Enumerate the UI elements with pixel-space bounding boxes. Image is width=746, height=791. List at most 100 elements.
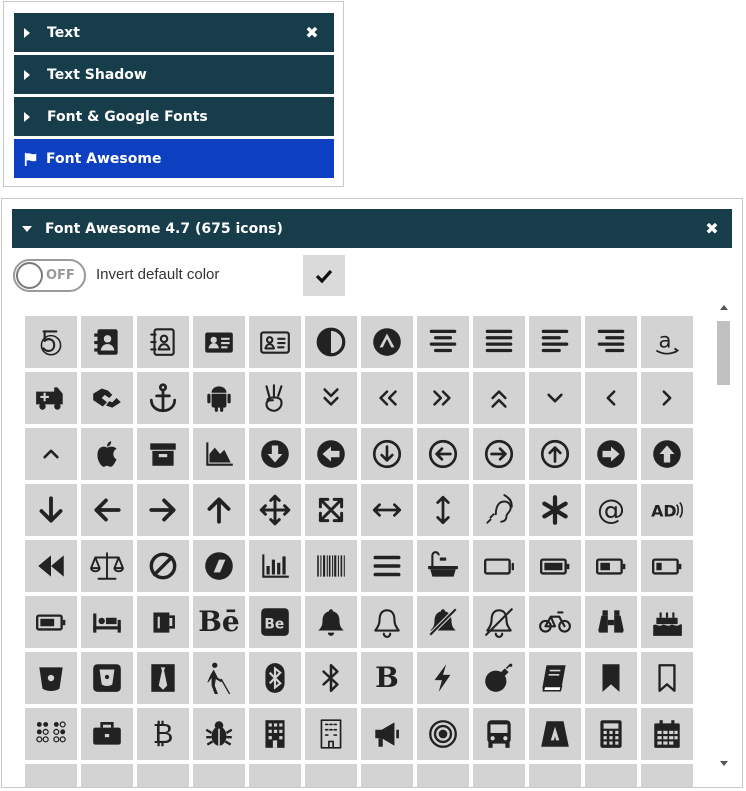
icon-cell-align-center[interactable] [417, 316, 469, 368]
icon-cell-building[interactable] [249, 708, 301, 760]
icon-cell-adjust[interactable] [305, 316, 357, 368]
accordion-item-text-shadow[interactable]: Text Shadow [14, 55, 334, 94]
icon-cell-bus[interactable] [473, 708, 525, 760]
icon-cell-archive[interactable] [137, 428, 189, 480]
icon-cell-bold[interactable]: B [361, 652, 413, 704]
close-icon[interactable]: ✖ [702, 219, 722, 238]
icon-cell-arrows-alt[interactable] [305, 484, 357, 536]
icon-cell-bluetooth-b[interactable] [305, 652, 357, 704]
icon-cell-partial[interactable] [137, 764, 189, 787]
icon-cell-arrow-left[interactable] [81, 484, 133, 536]
grid-scrollbar[interactable] [715, 303, 732, 773]
icon-cell-balance-scale[interactable] [81, 540, 133, 592]
icon-cell-partial[interactable] [249, 764, 301, 787]
icon-cell-arrow-circle-o-right[interactable] [473, 428, 525, 480]
icon-cell-arrow-circle-o-down[interactable] [361, 428, 413, 480]
confirm-button[interactable] [303, 255, 345, 296]
icon-cell-bug[interactable] [193, 708, 245, 760]
icon-cell-calendar[interactable] [641, 708, 693, 760]
scroll-down-icon[interactable] [720, 761, 728, 766]
invert-color-toggle[interactable]: OFF [13, 259, 86, 292]
icon-cell-partial[interactable] [361, 764, 413, 787]
icon-cell-blind[interactable] [193, 652, 245, 704]
icon-cell-bar-chart[interactable] [249, 540, 301, 592]
icon-cell-partial[interactable] [305, 764, 357, 787]
icon-cell-bell-o[interactable] [361, 596, 413, 648]
icon-cell-birthday-cake[interactable] [641, 596, 693, 648]
icon-cell-binoculars[interactable] [585, 596, 637, 648]
icon-cell-bolt[interactable] [417, 652, 469, 704]
icon-cell-bath[interactable] [417, 540, 469, 592]
icon-cell-bullhorn[interactable] [361, 708, 413, 760]
icon-cell-500px[interactable] [25, 316, 77, 368]
icon-cell-bomb[interactable] [473, 652, 525, 704]
icon-cell-arrow-circle-down[interactable] [249, 428, 301, 480]
icon-cell-partial[interactable] [81, 764, 133, 787]
icon-cell-arrow-circle-right[interactable] [585, 428, 637, 480]
icon-cell-address-book-o[interactable] [137, 316, 189, 368]
icon-cell-address-card-o[interactable] [249, 316, 301, 368]
icon-cell-partial[interactable] [25, 764, 77, 787]
icon-cell-backward[interactable] [25, 540, 77, 592]
icon-cell-arrow-circle-up[interactable] [641, 428, 693, 480]
icon-cell-book[interactable] [529, 652, 581, 704]
icon-cell-partial[interactable] [585, 764, 637, 787]
icon-cell-partial[interactable] [193, 764, 245, 787]
icon-cell-bookmark[interactable] [585, 652, 637, 704]
icon-cell-angellist[interactable] [249, 372, 301, 424]
icon-cell-american-sign-language-interpreting[interactable] [81, 372, 133, 424]
icon-cell-battery-three-quarters[interactable] [25, 596, 77, 648]
icon-cell-angle-left[interactable] [585, 372, 637, 424]
icon-cell-amazon[interactable]: a [641, 316, 693, 368]
icon-cell-area-chart[interactable] [193, 428, 245, 480]
icon-cell-angle-right[interactable] [641, 372, 693, 424]
accordion-item-google-fonts[interactable]: Font & Google Fonts [14, 97, 334, 136]
icon-cell-beer[interactable] [137, 596, 189, 648]
icon-cell-barcode[interactable] [305, 540, 357, 592]
icon-cell-angle-double-down[interactable] [305, 372, 357, 424]
icon-cell-arrows[interactable] [249, 484, 301, 536]
icon-cell-braille[interactable] [25, 708, 77, 760]
scroll-up-icon[interactable] [720, 305, 728, 310]
icon-cell-align-right[interactable] [585, 316, 637, 368]
icon-cell-partial[interactable] [529, 764, 581, 787]
icon-cell-behance[interactable]: Bē [193, 596, 245, 648]
icon-cell-battery-quarter[interactable] [641, 540, 693, 592]
icon-cell-align-justify[interactable] [473, 316, 525, 368]
icon-cell-angle-double-up[interactable] [473, 372, 525, 424]
icon-cell-address-card[interactable] [193, 316, 245, 368]
icon-cell-angle-down[interactable] [529, 372, 581, 424]
icon-cell-at[interactable]: @ [585, 484, 637, 536]
icon-cell-bluetooth[interactable] [249, 652, 301, 704]
icon-cell-anchor[interactable] [137, 372, 189, 424]
icon-cell-bell[interactable] [305, 596, 357, 648]
icon-cell-arrow-right[interactable] [137, 484, 189, 536]
scroll-thumb[interactable] [717, 321, 730, 385]
icon-cell-battery-full[interactable] [529, 540, 581, 592]
icon-cell-buysellads[interactable] [529, 708, 581, 760]
icon-cell-arrow-circle-left[interactable] [305, 428, 357, 480]
icon-cell-adn[interactable] [361, 316, 413, 368]
icon-cell-ban[interactable] [137, 540, 189, 592]
icon-cell-building-o[interactable] [305, 708, 357, 760]
icon-cell-apple[interactable] [81, 428, 133, 480]
icon-cell-android[interactable] [193, 372, 245, 424]
icon-cell-arrow-circle-o-up[interactable] [529, 428, 581, 480]
icon-cell-behance-square[interactable]: Be [249, 596, 301, 648]
icon-cell-partial[interactable] [417, 764, 469, 787]
icon-cell-partial[interactable] [473, 764, 525, 787]
icon-cell-bars[interactable] [361, 540, 413, 592]
icon-cell-bitbucket[interactable] [25, 652, 77, 704]
icon-cell-briefcase[interactable] [81, 708, 133, 760]
icon-cell-black-tie[interactable] [137, 652, 189, 704]
accordion-item-font-awesome[interactable]: Font Awesome [14, 139, 334, 178]
close-icon[interactable]: ✖ [302, 23, 322, 42]
icon-cell-btc[interactable]: ₿ [137, 708, 189, 760]
icon-cell-arrow-down[interactable] [25, 484, 77, 536]
icon-cell-battery-empty[interactable] [473, 540, 525, 592]
icon-cell-angle-double-left[interactable] [361, 372, 413, 424]
icon-cell-bitbucket-square[interactable] [81, 652, 133, 704]
icon-cell-bandcamp[interactable] [193, 540, 245, 592]
icon-cell-arrow-circle-o-left[interactable] [417, 428, 469, 480]
icon-cell-arrow-up[interactable] [193, 484, 245, 536]
